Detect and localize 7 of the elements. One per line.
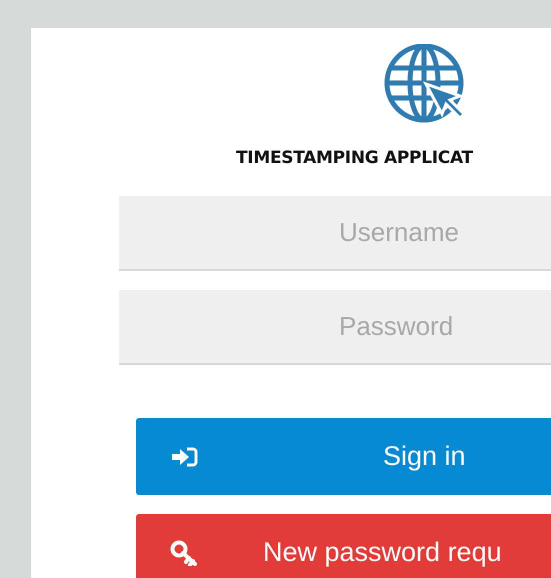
app-title: TIMESTAMPING APPLICAT [235,148,474,168]
input-field[interactable]: Username [119,196,551,271]
key-icon [170,540,198,566]
new-password-button[interactable]: New password requ [136,514,551,578]
sign-in-icon [170,446,198,466]
input-field[interactable]: Password [119,290,551,365]
sign-in-button[interactable]: Sign in [136,418,551,495]
